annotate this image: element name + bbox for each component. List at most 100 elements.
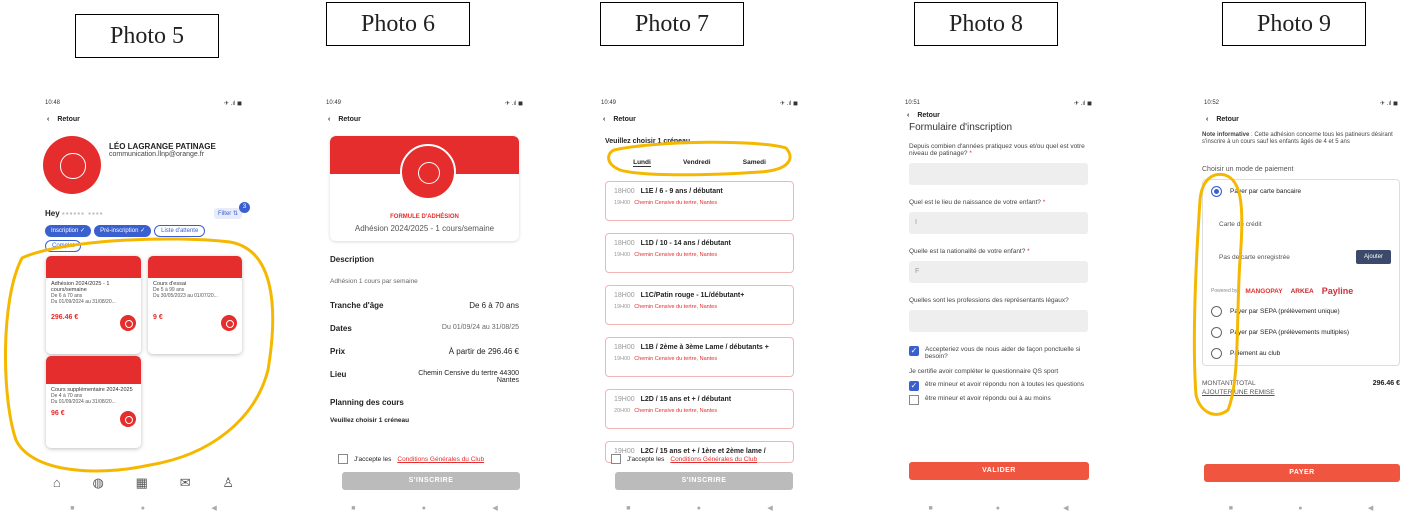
phone-screen-5: 10:48 ✈ .ıl ◼ ‹ Retour LÉO LAGRANGE PATINA… bbox=[37, 96, 250, 519]
tab-samedi[interactable]: Samedi bbox=[743, 159, 766, 167]
payment-option-sepa-unique[interactable]: Payer par SEPA (prélèvement unique) bbox=[1211, 306, 1391, 317]
chevron-left-icon: ‹ bbox=[47, 115, 50, 123]
add-card-button[interactable]: Ajouter bbox=[1355, 250, 1391, 264]
phone-screen-8: 10:51 ✈ .ıl ◼ ‹ Retour Formulaire d'inscri… bbox=[897, 96, 1100, 519]
back-button[interactable]: ‹ Retour bbox=[1196, 110, 1406, 128]
info-row: Dates Du 01/09/24 au 31/08/25 bbox=[330, 324, 519, 333]
mail-icon[interactable]: ✉ bbox=[180, 475, 191, 491]
pill-inscription[interactable]: Inscription ✓ bbox=[45, 225, 92, 237]
offer-card[interactable]: Cours supplémentaire 2024-2025 De 4 à 70 … bbox=[46, 356, 141, 448]
payment-providers: Powered by MANGOPAY ARKEA Payline bbox=[1211, 286, 1354, 296]
circle-icon: ● bbox=[140, 504, 146, 512]
slot-card[interactable]: 18H00 L1D / 10 - 14 ans / débutant 19H00 Ch… bbox=[605, 233, 794, 273]
tab-vendredi[interactable]: Vendredi bbox=[683, 159, 710, 167]
back-button[interactable]: ‹ Retour bbox=[897, 110, 1100, 120]
offer-card[interactable]: Adhésion 2024/2025 - 1 cours/semaine De 6… bbox=[46, 256, 141, 354]
club-logo bbox=[43, 136, 101, 194]
club-logo bbox=[400, 144, 456, 200]
photo-label-6: Photo 6 bbox=[326, 2, 470, 46]
payment-option-card[interactable]: Payer par carte bancaire bbox=[1211, 186, 1391, 197]
square-icon: ■ bbox=[351, 504, 356, 512]
total-label: MONTANT TOTAL bbox=[1202, 380, 1256, 387]
club-header: LÉO LAGRANGE PATINAGE communication.llnp… bbox=[37, 128, 250, 202]
info-row: Prix À partir de 296.46 € bbox=[330, 347, 519, 356]
answer-field[interactable]: I bbox=[909, 212, 1088, 234]
phone-screen-7: 10:49 ✈ .ıl ◼ ‹ Retour Veuillez choisir 1 … bbox=[593, 96, 806, 519]
chevron-left-icon: ‹ bbox=[1206, 115, 1209, 123]
filter-button[interactable]: Filter ⇅ 3 bbox=[213, 202, 250, 219]
slot-card[interactable]: 18H00 L1E / 6 - 9 ans / débutant 19H00 Chem… bbox=[605, 181, 794, 221]
payment-prompt: Choisir un mode de paiement bbox=[1202, 166, 1294, 173]
checkbox-qs-yes[interactable]: être mineur et avoir répondu oui à au mo… bbox=[909, 395, 1088, 405]
register-button[interactable]: S'INSCRIRE bbox=[615, 472, 793, 490]
info-row: Tranche d'âge De 6 à 70 ans bbox=[330, 301, 519, 310]
status-bar: 10:48 ✈ .ıl ◼ bbox=[45, 100, 242, 107]
validate-button[interactable]: VALIDER bbox=[909, 462, 1089, 480]
triangle-icon: ◀ bbox=[767, 505, 773, 512]
tab-lundi[interactable]: Lundi bbox=[633, 159, 651, 167]
check-icon: ✓ bbox=[909, 381, 919, 391]
back-button[interactable]: ‹ Retour bbox=[37, 110, 250, 128]
square-icon: ■ bbox=[70, 504, 75, 512]
back-button[interactable]: ‹ Retour bbox=[593, 110, 806, 128]
photo-label-8: Photo 8 bbox=[914, 2, 1058, 46]
photo-label-5: Photo 5 bbox=[75, 14, 219, 58]
section-title: Planning des cours bbox=[330, 398, 404, 407]
slot-card[interactable]: 18H00 L1B / 2ème à 3ème Lame / débutants … bbox=[605, 337, 794, 377]
terms-checkbox[interactable]: J'accepte les Conditions Générales du Clu… bbox=[611, 454, 758, 464]
user-icon[interactable]: ♙ bbox=[222, 475, 234, 491]
home-icon[interactable]: ⌂ bbox=[53, 475, 61, 491]
bottom-nav: ⌂ ◍ ▦ ✉ ♙ bbox=[37, 475, 250, 491]
checkbox-qs-no[interactable]: ✓ être mineur et avoir répondu non à tout… bbox=[909, 381, 1088, 391]
chevron-left-icon: ‹ bbox=[907, 111, 910, 119]
pay-button[interactable]: PAYER bbox=[1204, 464, 1400, 482]
android-nav: ■ ● ◀ bbox=[1196, 497, 1406, 519]
pill-liste-attente[interactable]: Liste d'attente bbox=[154, 225, 206, 237]
triangle-icon: ◀ bbox=[211, 505, 217, 512]
day-tabs: Lundi Vendredi Samedi bbox=[617, 153, 782, 173]
pill-pre-inscription[interactable]: Pré-inscription ✓ bbox=[94, 225, 152, 237]
section-title: Description bbox=[330, 255, 375, 264]
photo-label-7: Photo 7 bbox=[600, 2, 744, 46]
payment-option-sepa-multiple[interactable]: Payer par SEPA (prélèvements multiples) bbox=[1211, 327, 1391, 338]
register-button[interactable]: S'INSCRIRE bbox=[342, 472, 520, 490]
offer-card[interactable]: Cours d'essai De 5 à 99 ans Du 30/05/2023 … bbox=[148, 256, 242, 354]
club-name: LÉO LAGRANGE PATINAGE bbox=[109, 142, 216, 151]
payment-option-club[interactable]: Paiement au club bbox=[1211, 348, 1391, 359]
terms-checkbox[interactable]: J'accepte les Conditions Générales du Clu… bbox=[338, 454, 484, 464]
add-discount-link[interactable]: AJOUTER UNE REMISE bbox=[1196, 389, 1406, 396]
android-nav: ■ ● ◀ bbox=[593, 497, 806, 519]
answer-field[interactable] bbox=[909, 310, 1088, 332]
triangle-icon: ◀ bbox=[492, 505, 498, 512]
circle-icon: ● bbox=[421, 504, 427, 512]
slot-card[interactable]: 18H00 L1C/Patin rouge - 1L/débutant+ 19H00… bbox=[605, 285, 794, 325]
calendar-icon[interactable]: ▦ bbox=[136, 475, 148, 491]
globe-icon[interactable]: ◍ bbox=[93, 475, 104, 491]
form-title: Formulaire d'inscription bbox=[909, 122, 1013, 133]
formule-title: Adhésion 2024/2025 - 1 cours/semaine bbox=[354, 224, 495, 233]
slot-card[interactable]: 19H00 L2D / 15 ans et + / débutant 20H00 Ch… bbox=[605, 389, 794, 429]
question-label: Je certifie avoir compléter le questionn… bbox=[909, 368, 1059, 375]
club-logo bbox=[221, 315, 237, 331]
circle-icon: ● bbox=[696, 504, 702, 512]
circle-icon: ● bbox=[1298, 504, 1303, 512]
checkbox-help[interactable]: ✓ Accepteriez vous de nous aider de façon… bbox=[909, 346, 1088, 360]
pill-complet[interactable]: Complet bbox=[45, 240, 82, 252]
square-icon: ■ bbox=[1228, 504, 1233, 512]
question-label: Quelle est la nationalité de votre enfan… bbox=[909, 248, 1030, 255]
question-label: Quel est le lieu de naissance de votre e… bbox=[909, 199, 1046, 206]
filter-count-badge: 3 bbox=[239, 202, 250, 213]
circle-icon: ● bbox=[995, 504, 1001, 512]
triangle-icon: ◀ bbox=[1063, 505, 1069, 512]
answer-field[interactable] bbox=[909, 163, 1088, 185]
android-nav: ■ ● ◀ bbox=[318, 497, 531, 519]
back-button[interactable]: ‹ Retour bbox=[318, 110, 531, 128]
slot-prompt: Veuillez choisir 1 créneau bbox=[605, 138, 691, 145]
square-icon: ■ bbox=[928, 504, 933, 512]
club-logo bbox=[120, 315, 136, 331]
answer-field[interactable]: F bbox=[909, 261, 1088, 283]
payment-box: Payer par carte bancaire Carte de crédit… bbox=[1202, 179, 1400, 366]
question-label: Depuis combien d'années pratiquez vous e… bbox=[909, 143, 1085, 157]
info-row: Lieu Chemin Censive du tertre 44300 Nante… bbox=[330, 370, 519, 384]
club-email: communication.llnp@orange.fr bbox=[109, 151, 205, 158]
